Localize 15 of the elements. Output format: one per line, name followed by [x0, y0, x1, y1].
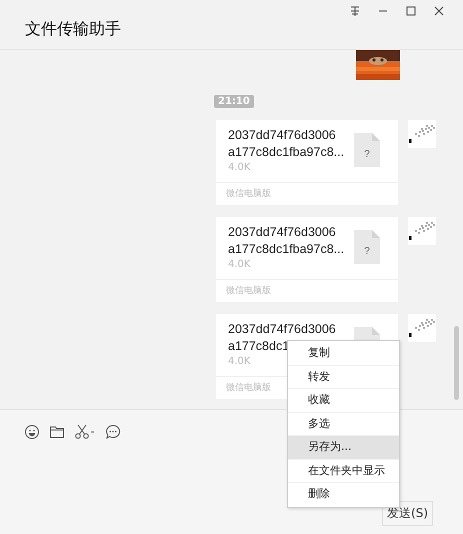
file-name: a177c8dc1fba97c8... [228, 144, 344, 161]
unknown-file-icon: ? [354, 230, 380, 264]
source-label: 微信电脑版 [216, 279, 398, 302]
file-name: a177c8dc1fba97c8... [228, 241, 344, 258]
file-name: 2037dd74f76d3006 [228, 321, 336, 338]
file-size: 4.0K [228, 162, 250, 173]
file-name: 2037dd74f76d3006 [228, 127, 336, 144]
unknown-file-icon: ? [354, 133, 380, 167]
file-size: 4.0K [228, 356, 250, 367]
file-name: a177c8dc1 [228, 338, 290, 355]
source-label: 微信电脑版 [216, 182, 398, 205]
file-size: 4.0K [228, 259, 250, 270]
timestamp: 21:10 [214, 95, 254, 108]
file-name: 2037dd74f76d3006 [228, 224, 336, 241]
window-title: 文件传输助手 [25, 19, 121, 40]
